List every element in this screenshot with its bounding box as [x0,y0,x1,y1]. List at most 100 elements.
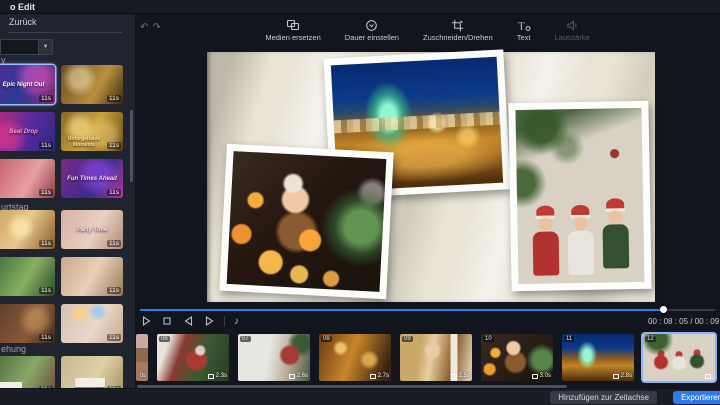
clip-duration [705,374,713,379]
sidebar-scrollbar[interactable] [130,110,133,182]
template-item[interactable]: Epic Night Out 11s [0,65,55,104]
back-button[interactable]: Zurück [0,14,135,31]
set-duration-button[interactable]: Dauer einstellen [345,18,399,42]
template-title: Fun Times Ahead [61,176,123,182]
svg-text:T: T [518,21,525,33]
music-button[interactable]: ♪ [234,316,239,327]
seek-handle[interactable] [660,306,667,313]
tool-label: Dauer einstellen [345,33,399,42]
timeline-clip[interactable]: 10 3.0s [481,334,553,381]
template-sidebar: Zurück ▼ y Epic Night Out 11s 11s Beat D… [0,14,135,388]
template-item[interactable]: Fun Times Ahead 11s [61,159,123,198]
chevron-down-icon: ▼ [38,40,52,54]
clip-number: 09 [402,336,413,342]
add-to-timeline-button[interactable]: Hinzufügen zur Zeitachse [550,391,657,404]
template-duration: 11s [107,142,121,149]
clip-duration: 2.6s [289,373,308,379]
clip-number: 11 [564,336,574,342]
image-count-icon [370,374,376,379]
template-title: Beat Drop [0,129,55,135]
photo-image [515,108,644,284]
collage-photo-laughing-child[interactable] [219,144,393,300]
template-title: Party Time [61,227,123,233]
template-item[interactable]: 11s [61,304,123,343]
clip-duration: 0s [140,373,146,379]
market-buildings-art [334,111,500,133]
timeline-clip[interactable]: 06 2.3s [157,334,229,381]
stop-button[interactable] [161,315,173,327]
photo-image [227,151,387,292]
volume-button[interactable]: Lautstärke [555,18,590,42]
image-count-icon [451,374,457,379]
crop-rotate-button[interactable]: Zuschneiden/Drehen [423,18,493,42]
template-duration: 11s [39,142,53,149]
category-dropdown[interactable]: ▼ [0,39,53,55]
template-item[interactable]: Beat Drop 11s [0,112,55,151]
template-duration: 11s [39,240,53,247]
clip-number: 08 [321,336,332,342]
template-title: Unforgettable Moments [61,136,107,148]
template-item[interactable]: Party Time 11s [61,210,123,249]
template-item[interactable]: 11s [61,65,123,104]
image-count-icon [289,374,295,379]
clip-duration: 2.5s [451,373,470,379]
text-icon: T [517,18,531,32]
seek-progress [140,309,663,311]
titlebar: o Edit [0,0,720,14]
previous-frame-button[interactable] [182,315,194,327]
template-duration: 11s [107,287,121,294]
template-duration: 11s [107,334,121,341]
export-button[interactable]: Exportieren [673,391,720,404]
template-duration: 11s [107,189,121,196]
kid-figure [600,198,631,269]
preview-canvas[interactable] [207,52,655,302]
template-item[interactable]: 11s [0,304,55,343]
image-count-icon [705,374,711,379]
crop-rotate-icon [451,18,464,32]
edit-toolbar: Medien ersetzen Dauer einstellen Zuschne… [135,18,720,42]
tool-label: Zuschneiden/Drehen [423,33,493,42]
template-title: Epic Night Out [0,82,55,88]
kid-figure [530,205,561,276]
template-duration: 11s [107,240,121,247]
timeline-clip[interactable]: 08 2.7s [319,334,391,381]
collage-photo-kids-santa-hats[interactable] [508,101,651,291]
template-item[interactable]: 11s [61,356,123,388]
template-duration: 11s [107,95,121,102]
clip-number: 07 [240,336,251,342]
clip-duration: 2.8s [613,373,632,379]
timeline-clip[interactable]: 07 2.6s [238,334,310,381]
divider [224,316,225,326]
play-button[interactable] [140,315,152,327]
template-duration: 11s [39,287,53,294]
template-item[interactable]: 11s [61,257,123,296]
timeline-clip-selected[interactable]: 12 [643,334,715,381]
next-frame-button[interactable] [203,315,215,327]
template-item[interactable]: 11s [0,356,55,388]
template-duration: 11s [39,334,53,341]
tool-label: Lautstärke [555,33,590,42]
clip-number: 12 [645,336,656,342]
image-count-icon [208,374,214,379]
clip-duration: 3.0s [532,373,551,379]
template-item[interactable]: Unforgettable Moments 11s [61,112,123,151]
editor-main: ↶↷ Medien ersetzen Dauer einstellen [135,14,720,388]
template-item[interactable]: 11s [0,257,55,296]
clip-duration: 2.7s [370,373,389,379]
timeline-clip[interactable]: 11 2.8s [562,334,634,381]
image-count-icon [532,374,538,379]
clip-duration: 2.3s [208,373,227,379]
template-duration: 11s [39,95,53,102]
seek-bar[interactable] [140,306,715,313]
timeline-clip[interactable]: 0s [136,334,148,381]
text-button[interactable]: T Text [517,18,531,42]
template-item[interactable]: 11s [0,210,55,249]
timecode: 00 : 08 : 05 / 00 : 09 : [648,317,720,326]
playback-controls: ♪ [140,315,239,327]
template-caption-chip [75,378,105,387]
clip-number: 10 [483,336,494,342]
tool-label: Text [517,33,531,42]
timeline-clip[interactable]: 09 2.5s [400,334,472,381]
template-item[interactable]: 11s [0,159,55,198]
replace-media-button[interactable]: Medien ersetzen [265,18,320,42]
